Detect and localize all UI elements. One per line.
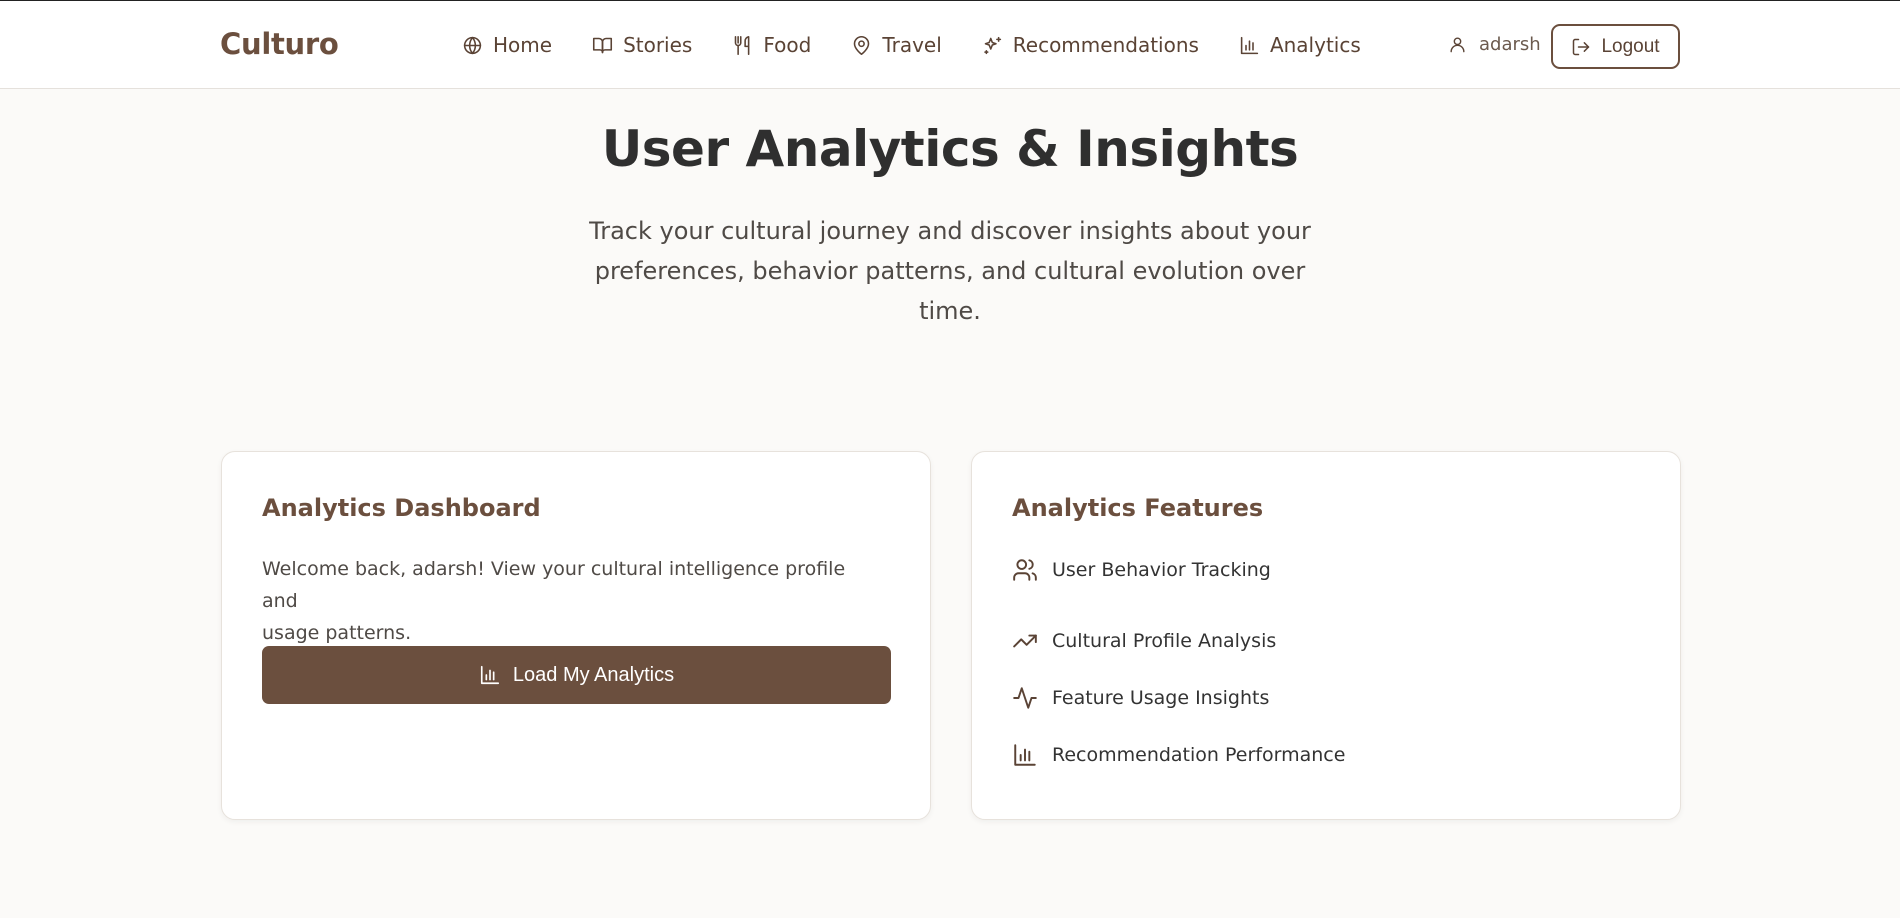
globe-icon xyxy=(463,36,482,54)
page-title: User Analytics & Insights xyxy=(601,120,1299,178)
book-icon xyxy=(593,37,613,53)
feature-item: Recommendation Performance xyxy=(1012,726,1345,783)
logout-label: Logout xyxy=(1601,35,1660,57)
logout-button[interactable]: Logout xyxy=(1551,24,1680,69)
nav-home-label: Home xyxy=(493,33,553,57)
feature-label: Recommendation Performance xyxy=(1052,743,1346,766)
analytics-dashboard-card: Analytics Dashboard Welcome back, adarsh… xyxy=(221,451,931,820)
dashboard-welcome-line-1: Welcome back, adarsh! View your cultural… xyxy=(262,558,846,612)
brand-logo[interactable]: Culturo xyxy=(220,27,339,61)
utensils-icon xyxy=(735,35,750,55)
username: adarsh xyxy=(1479,34,1541,55)
logout-icon xyxy=(1573,38,1590,55)
nav-stories-label: Stories xyxy=(623,33,693,57)
nav-travel[interactable]: Travel xyxy=(851,33,942,57)
feature-item: User Behavior Tracking xyxy=(1012,555,1345,585)
nav-analytics[interactable]: Analytics xyxy=(1239,33,1361,57)
bar-chart-icon xyxy=(1240,36,1259,54)
nav-travel-label: Travel xyxy=(882,33,942,57)
dashboard-card-title: Analytics Dashboard xyxy=(262,494,541,522)
trending-up-icon xyxy=(1013,634,1037,647)
feature-label: User Behavior Tracking xyxy=(1052,559,1271,581)
nav-recommendations[interactable]: Recommendations xyxy=(982,33,1199,57)
nav-food-label: Food xyxy=(763,33,812,57)
features-card-title: Analytics Features xyxy=(1012,494,1264,522)
analytics-features-card: Analytics Features User Behavior Trackin… xyxy=(971,451,1681,820)
dashboard-welcome-line-2: usage patterns. xyxy=(262,622,412,644)
sparkles-icon xyxy=(984,36,1001,54)
user-icon xyxy=(1450,37,1465,53)
dashboard-welcome-text: Welcome back, adarsh! View your cultural… xyxy=(262,553,882,649)
nav-analytics-label: Analytics xyxy=(1269,33,1361,57)
page-subtitle: Track your cultural journey and discover… xyxy=(575,211,1325,331)
feature-label: Feature Usage Insights xyxy=(1052,686,1270,709)
feature-item: Feature Usage Insights xyxy=(1012,669,1345,726)
user-info: adarsh xyxy=(1448,34,1541,55)
nav-stories[interactable]: Stories xyxy=(592,33,692,57)
main-nav: Home Stories Food Travel Recommendations… xyxy=(462,1,1401,89)
map-pin-icon xyxy=(854,35,870,55)
page-subtitle-line-2: preferences, behavior patterns, and cult… xyxy=(594,257,1306,325)
users-icon xyxy=(1013,559,1037,581)
nav-recommendations-label: Recommendations xyxy=(1012,33,1199,57)
feature-label: Cultural Profile Analysis xyxy=(1052,629,1277,652)
page-subtitle-line-1: Track your cultural journey and discover… xyxy=(589,217,1311,245)
top-navbar: Culturo Home Stories Food Travel Recomme… xyxy=(0,1,1900,89)
feature-item: Cultural Profile Analysis xyxy=(1012,612,1345,669)
load-analytics-label: Load My Analytics xyxy=(512,663,675,686)
bar-chart-icon xyxy=(1014,743,1036,766)
nav-home[interactable]: Home xyxy=(462,33,552,57)
load-analytics-button[interactable]: Load My Analytics xyxy=(262,646,891,704)
nav-food[interactable]: Food xyxy=(732,33,811,57)
activity-icon xyxy=(1013,686,1037,709)
bar-chart-icon xyxy=(480,665,499,685)
features-list: User Behavior Tracking Cultural Profile … xyxy=(1012,555,1345,783)
